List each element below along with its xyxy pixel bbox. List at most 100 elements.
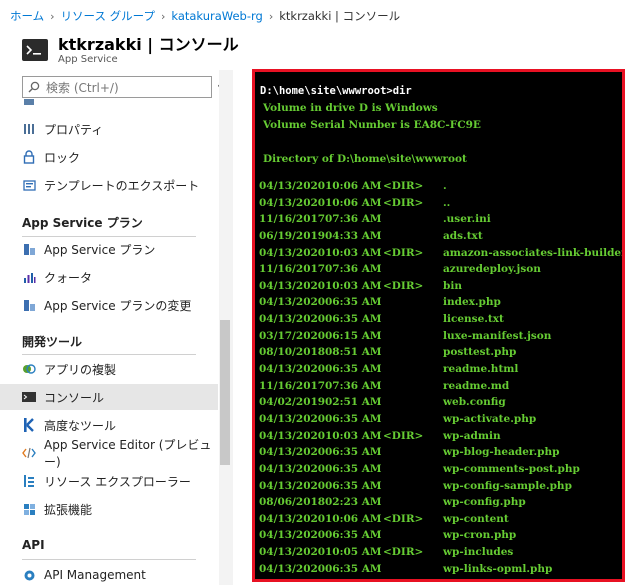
console-listing-date: 11/16/2017 — [259, 213, 326, 226]
console-listing-name: ads.txt — [443, 229, 483, 242]
console-listing-dir: <DIR> — [383, 546, 424, 559]
console-listing-name: readme.html — [443, 363, 519, 376]
console-listing-name: index.php — [443, 296, 501, 309]
console-listing-date: 04/13/2020 — [259, 529, 326, 542]
search-icon — [28, 81, 40, 93]
console-serial-line: Volume Serial Number is EA8C-FC9E — [263, 119, 481, 131]
sidebar-item-advanced-tools[interactable]: 高度なツール — [0, 412, 218, 438]
sidebar-item-quota[interactable]: クォータ — [0, 264, 218, 290]
console-listing-time: 10:03 AM — [325, 246, 382, 259]
console-listing-name: . — [443, 180, 447, 192]
console-listing-time: 07:36 AM — [325, 263, 382, 276]
console-listing-date: 04/13/2020 — [259, 412, 326, 425]
console-listing-dir: <DIR> — [383, 429, 424, 442]
console-listing-name: wp-cron.php — [443, 529, 517, 542]
sidebar-item-label: API Management — [44, 568, 146, 582]
breadcrumb: ホーム › リソース グループ › katakuraWeb-rg › ktkrz… — [10, 7, 400, 25]
sidebar-item-clone-app[interactable]: アプリの複製 — [0, 356, 218, 382]
console-listing-time: 10:06 AM — [325, 512, 382, 525]
console-listing-name: wp-blog-header.php — [443, 446, 560, 459]
sidebar-item-label: コンソール — [44, 390, 105, 405]
search-placeholder: 検索 (Ctrl+/) — [46, 80, 119, 95]
lock-icon — [22, 150, 36, 164]
section-header-api: API — [22, 538, 45, 552]
sidebar-item-label: プロパティ — [44, 122, 104, 137]
console-listing-date: 06/19/2019 — [259, 229, 326, 242]
advanced-tools-icon — [22, 418, 36, 432]
sidebar-item-export-template[interactable]: テンプレートのエクスポート — [0, 172, 218, 198]
sidebar-item-cut[interactable] — [0, 94, 218, 108]
console-listing-date: 04/13/2020 — [259, 246, 326, 259]
console-listing-time: 06:35 AM — [325, 562, 382, 575]
breadcrumb-resource-group[interactable]: リソース グループ — [61, 8, 155, 24]
console-listing-name: web.config — [443, 396, 506, 409]
sidebar-item-console[interactable]: コンソール — [0, 384, 218, 410]
console-listing-date: 04/13/2020 — [259, 546, 326, 559]
console-listing-name: readme.md — [443, 379, 510, 392]
console-listing-date: 04/13/2020 — [259, 429, 326, 442]
console-listing-name: .user.ini — [443, 213, 491, 226]
console-listing-name: wp-config-sample.php — [443, 479, 572, 492]
console-listing-time: 07:36 AM — [325, 213, 382, 226]
console-listing-date: 04/02/2019 — [259, 396, 326, 409]
sidebar-item-properties[interactable]: プロパティ — [0, 116, 218, 142]
console-output[interactable]: D:\home\site\wwwroot>dir Volume in drive… — [252, 69, 625, 582]
console-listing-name: wp-links-opml.php — [443, 562, 553, 575]
console-listing-date: 04/13/2020 — [259, 196, 326, 209]
sidebar-item-label: ロック — [44, 150, 81, 165]
chevron-right-icon: › — [50, 9, 55, 23]
sidebar-item-app-service-plan[interactable]: App Service プラン — [0, 236, 218, 262]
sidebar-item-change-plan[interactable]: App Service プランの変更 — [0, 292, 218, 318]
sidebar-item-label: リソース エクスプローラー — [44, 474, 191, 489]
sidebar-item-api-management[interactable]: API Management — [0, 562, 218, 585]
sidebar-scrollbar-thumb[interactable] — [220, 320, 230, 465]
console-listing-time: 10:06 AM — [325, 196, 382, 209]
sidebar-item-resource-explorer[interactable]: リソース エクスプローラー — [0, 468, 218, 494]
breadcrumb-home[interactable]: ホーム — [10, 8, 44, 24]
extensions-icon — [22, 502, 36, 516]
console-listing-time: 10:03 AM — [325, 279, 382, 292]
console-listing-date: 04/13/2020 — [259, 462, 326, 475]
chevron-right-icon: › — [268, 9, 274, 23]
console-listing-time: 06:35 AM — [325, 446, 382, 459]
sidebar-item-app-service-editor[interactable]: App Service Editor (プレビュー) — [0, 438, 218, 469]
resource-explorer-icon — [22, 474, 36, 488]
console-listing-date: 04/13/2020 — [259, 313, 326, 326]
sidebar-item-extensions[interactable]: 拡張機能 — [0, 496, 218, 522]
console-listing-time: 06:35 AM — [325, 412, 382, 425]
console-listing-date: 04/13/2020 — [259, 363, 326, 376]
console-listing-time: 10:06 AM — [325, 180, 382, 192]
sidebar-item-label: App Service プランの変更 — [44, 298, 192, 313]
console-listing-time: 04:33 AM — [325, 229, 382, 242]
console-listing-name: wp-admin — [443, 429, 501, 442]
console-listing-dir: <DIR> — [383, 512, 424, 525]
console-listing-date: 04/13/2020 — [259, 446, 326, 459]
sidebar-item-lock[interactable]: ロック — [0, 144, 218, 170]
sidebar-item-label: App Service プラン — [44, 242, 156, 257]
console-listing-dir: <DIR> — [383, 279, 424, 292]
console-listing-name: amazon-associates-link-builder — [443, 246, 625, 259]
sidebar: 検索 (Ctrl+/) « プロパティ — [0, 70, 233, 585]
console-listing-time: 06:35 AM — [325, 462, 382, 475]
sidebar-item-label: App Service Editor (プレビュー) — [44, 438, 212, 469]
breadcrumb-rg-name[interactable]: katakuraWeb-rg — [171, 9, 262, 23]
console-listing-name: wp-includes — [443, 546, 514, 559]
console-listing-name: wp-config.php — [443, 496, 526, 509]
console-listing-time: 02:51 AM — [325, 396, 382, 409]
change-plan-icon — [22, 298, 36, 312]
section-header-dev-tools: 開発ツール — [22, 335, 83, 349]
console-listing-name: bin — [443, 279, 462, 292]
console-listing-time: 06:35 AM — [325, 296, 382, 309]
console-listing-name: azuredeploy.json — [443, 263, 541, 276]
console-listing-date: 04/13/2020 — [259, 180, 326, 192]
console-listing-name: wp-comments-post.php — [443, 462, 580, 475]
console-listing-name: luxe-manifest.json — [443, 329, 552, 342]
section-header-app-service-plan: App Service プラン — [22, 216, 143, 230]
console-listing-time: 06:35 AM — [325, 529, 382, 542]
console-listing-time: 10:03 AM — [325, 429, 382, 442]
console-volume-line: Volume in drive D is Windows — [263, 102, 438, 114]
console-listing-name: .. — [443, 196, 451, 209]
console-listing-date: 03/17/2020 — [259, 329, 326, 342]
console-listing-name: wp-activate.php — [443, 412, 537, 425]
console-listing-date: 11/16/2017 — [259, 263, 326, 276]
